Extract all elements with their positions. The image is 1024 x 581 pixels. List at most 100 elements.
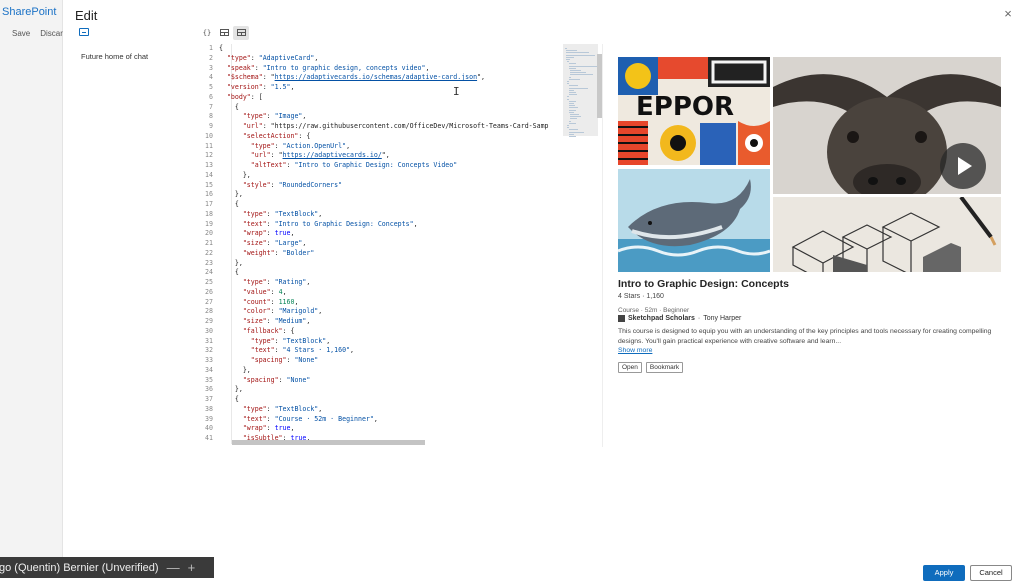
sharepoint-brand[interactable]: SharePoint xyxy=(2,6,56,18)
publisher-name: Sketchpad Scholars xyxy=(628,315,695,322)
code-line[interactable]: 37 { xyxy=(203,395,568,405)
show-more-link[interactable]: Show more xyxy=(618,347,652,354)
line-number: 34 xyxy=(205,365,213,374)
apply-button[interactable]: Apply xyxy=(923,565,965,581)
minimap-line xyxy=(566,56,574,58)
sharepoint-background: SharePoint Save Discard xyxy=(0,0,67,578)
chat-placeholder: Future home of chat xyxy=(81,52,149,61)
minimap-line xyxy=(569,74,594,76)
code-line[interactable]: 9 "url": "https://raw.githubusercontent.… xyxy=(203,122,568,132)
line-text: { xyxy=(219,102,239,111)
code-line[interactable]: 21 "size": "Large", xyxy=(203,239,568,249)
vertical-scrollbar[interactable] xyxy=(597,54,602,118)
preview-view-icon[interactable] xyxy=(233,26,249,40)
code-line[interactable]: 17 { xyxy=(203,200,568,210)
code-line[interactable]: 1{ xyxy=(203,44,568,54)
minimap-line xyxy=(568,89,575,91)
minimize-icon[interactable]: — xyxy=(167,560,180,575)
code-line[interactable]: 7 { xyxy=(203,103,568,113)
code-line[interactable]: 18 "type": "TextBlock", xyxy=(203,210,568,220)
code-line[interactable]: 14 }, xyxy=(203,171,568,181)
code-line[interactable]: 8 "type": "Image", xyxy=(203,112,568,122)
code-line[interactable]: 34 }, xyxy=(203,366,568,376)
code-line[interactable]: 38 "type": "TextBlock", xyxy=(203,405,568,415)
line-text: "size": "Large", xyxy=(242,239,307,247)
code-line[interactable]: 20 "wrap": true, xyxy=(203,229,568,239)
minimap-line xyxy=(568,65,599,67)
minimap-line xyxy=(569,114,579,115)
cancel-button[interactable]: Cancel xyxy=(970,565,1012,581)
split-view-icon[interactable] xyxy=(216,26,232,40)
minimap-line xyxy=(568,87,589,89)
minimap-line xyxy=(567,81,570,82)
line-text: "selectAction": { xyxy=(242,131,311,140)
code-line[interactable]: 13 "altText": "Intro to Graphic Design: … xyxy=(203,161,568,171)
code-line[interactable]: 40 "wrap": true, xyxy=(203,424,568,434)
code-line[interactable]: 29 "size": "Medium", xyxy=(203,317,568,327)
close-icon[interactable]: × xyxy=(1002,7,1014,20)
chat-icon[interactable] xyxy=(79,28,89,36)
code-line[interactable]: 5 "version": "1.5", xyxy=(203,83,568,93)
minimap-line xyxy=(568,111,575,113)
code-line[interactable]: 23 }, xyxy=(203,259,568,269)
json-view-icon[interactable]: {} xyxy=(199,26,215,40)
line-number: 9 xyxy=(209,122,213,130)
line-number: 4 xyxy=(209,73,213,82)
code-line[interactable]: 12 "url": "https://adaptivecards.io/", xyxy=(203,151,568,161)
video-thumbnail[interactable] xyxy=(773,57,1001,194)
code-line[interactable]: 19 "text": "Intro to Graphic Design: Con… xyxy=(203,220,568,230)
minimap-line xyxy=(568,136,577,137)
code-line[interactable]: 30 "fallback": { xyxy=(203,327,568,337)
minimap-line xyxy=(568,133,575,135)
code-lines[interactable]: 1{2 "type": "AdaptiveCard", 3 "speak": "I… xyxy=(203,44,568,444)
code-line[interactable]: 3 "speak": "Intro to graphic design, con… xyxy=(203,64,568,74)
panel-title: Edit xyxy=(75,8,98,23)
save-button[interactable]: Save xyxy=(12,29,30,38)
code-line[interactable]: 35 "spacing": "None" xyxy=(203,376,568,386)
code-line[interactable]: 31 "type": "TextBlock", xyxy=(203,337,568,347)
line-number: 39 xyxy=(205,414,213,423)
code-line[interactable]: 39 "text": "Course · 52m · Beginner", xyxy=(203,415,568,425)
minimap-line xyxy=(569,72,586,74)
horizontal-scrollbar[interactable] xyxy=(232,440,425,445)
code-line[interactable]: 28 "color": "Marigold", xyxy=(203,307,568,317)
code-line[interactable]: 10 "selectAction": { xyxy=(203,132,568,142)
line-text: "type": "Image", xyxy=(242,112,307,121)
code-line[interactable]: 4 "$schema": "https://adaptivecards.io/s… xyxy=(203,73,568,83)
line-text: }, xyxy=(219,385,243,394)
line-text: "weight": "Bolder" xyxy=(242,248,315,257)
code-line[interactable]: 33 "spacing": "None" xyxy=(203,356,568,366)
minimap-line xyxy=(566,54,596,56)
line-text: { xyxy=(219,268,239,277)
code-line[interactable]: 15 "style": "RoundedCorners" xyxy=(203,181,568,191)
line-text: "type": "TextBlock", xyxy=(250,336,331,345)
add-icon[interactable]: + xyxy=(188,560,196,575)
line-number: 21 xyxy=(205,239,213,247)
code-line[interactable]: 25 "type": "Rating", xyxy=(203,278,568,288)
code-line[interactable]: 36 }, xyxy=(203,385,568,395)
code-line[interactable]: 26 "value": 4, xyxy=(203,288,568,298)
open-button[interactable]: Open xyxy=(618,362,642,373)
code-line[interactable]: 27 "count": 1160, xyxy=(203,298,568,308)
code-line[interactable]: 2 "type": "AdaptiveCard", xyxy=(203,54,568,64)
line-number: 8 xyxy=(209,112,213,121)
play-icon[interactable] xyxy=(940,143,986,189)
editor-minimap[interactable] xyxy=(563,44,599,444)
code-line[interactable]: 32 "text": "4 Stars · 1,160", xyxy=(203,346,568,356)
line-number: 5 xyxy=(209,83,213,91)
line-text: "speak": "Intro to graphic design, conce… xyxy=(226,63,430,72)
code-line[interactable]: 24 { xyxy=(203,268,568,278)
minimap-line xyxy=(566,50,577,52)
code-line[interactable]: 11 "type": "Action.OpenUrl", xyxy=(203,142,568,152)
bookmark-button[interactable]: Bookmark xyxy=(645,362,684,373)
code-line[interactable]: 16 }, xyxy=(203,190,568,200)
code-line[interactable]: 6 "body": [ xyxy=(203,93,568,103)
line-number: 28 xyxy=(205,307,213,316)
line-number: 33 xyxy=(205,356,213,364)
line-number: 22 xyxy=(205,248,213,257)
line-number: 38 xyxy=(205,404,213,413)
code-line[interactable]: 22 "weight": "Bolder" xyxy=(203,249,568,259)
json-editor[interactable]: 1{2 "type": "AdaptiveCard", 3 "speak": "I… xyxy=(203,44,603,447)
line-number: 30 xyxy=(205,326,213,335)
hero-image[interactable]: EPPOR xyxy=(618,57,1001,272)
